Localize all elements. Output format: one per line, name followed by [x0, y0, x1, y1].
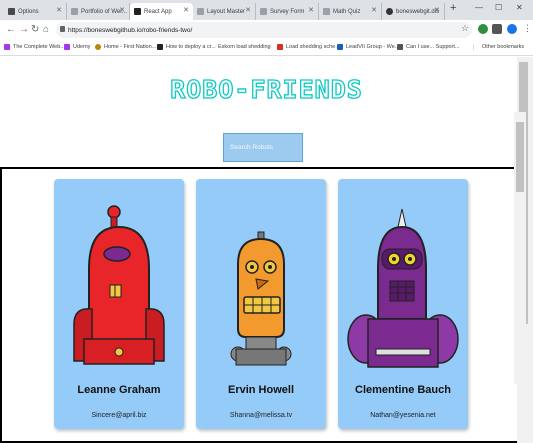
lock-icon: [60, 26, 65, 32]
bookmark-item[interactable]: Home - First Nation...: [95, 44, 156, 50]
tab-favicon-icon: [134, 8, 141, 15]
bookmark-item[interactable]: The Complete Web...: [4, 44, 65, 50]
bookmark-favicon-icon: [4, 44, 10, 50]
other-bookmarks-folder[interactable]: Other bookmarks: [473, 44, 524, 50]
page-title: ROBO-FRIENDS: [170, 74, 363, 104]
browser-tab[interactable]: Math Quiz ✕: [319, 3, 382, 20]
bookmark-item[interactable]: Can I use... Support...: [397, 44, 460, 50]
bookmark-label: The Complete Web...: [13, 44, 65, 50]
browser-tab[interactable]: boneswebgit.dis ✕: [382, 3, 445, 20]
robot-card[interactable]: Leanne Graham Sincere@april.biz: [54, 179, 184, 429]
browser-tab[interactable]: Options ✕: [4, 3, 67, 20]
bookmarks-bar: The Complete Web... Udemy Home - First N…: [0, 41, 533, 56]
tab-favicon-icon: [323, 8, 330, 15]
robot-card[interactable]: Clementine Bauch Nathan@yesenia.net: [338, 179, 468, 429]
robot-name: Leanne Graham: [77, 384, 161, 396]
bookmark-label: How to deploy a cr...: [166, 44, 216, 50]
bookmark-item[interactable]: Eskom load shedding: [218, 44, 271, 50]
tab-favicon-icon: [8, 8, 15, 15]
robot-list-scroll[interactable]: Leanne Graham Sincere@april.biz Ervin Ho…: [0, 167, 528, 443]
new-tab-button[interactable]: +: [450, 2, 456, 14]
extension-icon[interactable]: [492, 24, 502, 34]
close-tab-icon[interactable]: ✕: [434, 6, 440, 14]
tab-favicon-icon: [260, 8, 267, 15]
tab-label: Math Quiz: [333, 8, 361, 15]
bookmark-label: LeadVII Group - We...: [346, 44, 400, 50]
close-window-icon[interactable]: ✕: [516, 3, 523, 12]
github-icon: [386, 8, 393, 15]
bookmark-star-icon[interactable]: ☆: [461, 23, 469, 34]
bookmark-favicon-icon: [64, 44, 70, 50]
close-tab-icon[interactable]: ✕: [371, 6, 377, 14]
bookmark-favicon-icon: [397, 44, 403, 50]
robot-name: Clementine Bauch: [355, 384, 451, 396]
forward-icon[interactable]: →: [19, 24, 29, 35]
browser-tab[interactable]: Survey Form ✕: [256, 3, 319, 20]
profile-avatar[interactable]: [507, 24, 517, 34]
bookmark-label: Home - First Nation...: [104, 44, 157, 50]
browser-toolbar: ← → ↻ ⌂ https://boneswebgithub.io/robo-f…: [0, 20, 533, 41]
tab-label: Options: [18, 8, 39, 15]
tab-favicon-icon: [71, 8, 78, 15]
close-tab-icon[interactable]: ✕: [183, 6, 189, 14]
bookmark-item[interactable]: Udemy: [64, 44, 90, 50]
robot-card[interactable]: Ervin Howell Shanna@melissa.tv: [196, 179, 326, 429]
tab-favicon-icon: [197, 8, 204, 15]
bookmark-item[interactable]: LeadVII Group - We...: [337, 44, 399, 50]
menu-kebab-icon[interactable]: ⋮: [523, 23, 532, 34]
bookmark-favicon-icon: [277, 44, 283, 50]
robot-name: Ervin Howell: [227, 384, 295, 396]
tab-label: boneswebgit.dis: [396, 8, 440, 15]
browser-tab-active[interactable]: React App ✕: [130, 3, 193, 20]
bookmark-label: Eskom load shedding: [218, 44, 271, 50]
bookmark-label: Can I use... Support...: [406, 44, 460, 50]
close-tab-icon[interactable]: ✕: [245, 6, 251, 14]
robot-image: [347, 208, 459, 368]
extension-icon[interactable]: [478, 24, 488, 34]
home-icon[interactable]: ⌂: [43, 24, 49, 35]
close-tab-icon[interactable]: ✕: [56, 6, 62, 14]
bookmark-item[interactable]: Load shedding sche...: [277, 44, 340, 50]
address-bar[interactable]: https://boneswebgithub.io/robo-friends-t…: [56, 22, 472, 38]
reload-icon[interactable]: ↻: [31, 24, 39, 35]
bookmark-label: Load shedding sche...: [286, 44, 340, 50]
maximize-icon[interactable]: ☐: [495, 3, 502, 12]
back-icon[interactable]: ←: [6, 24, 16, 35]
close-tab-icon[interactable]: ✕: [119, 6, 125, 14]
tab-label: Layout Master: [207, 8, 246, 15]
robot-email: Shanna@melissa.tv: [229, 412, 293, 419]
bookmark-favicon-icon: [337, 44, 343, 50]
robot-email: Sincere@april.biz: [91, 412, 147, 419]
bookmark-item[interactable]: How to deploy a cr...: [157, 44, 216, 50]
browser-tab[interactable]: Portfolio of Wer... ✕: [67, 3, 130, 20]
browser-tab[interactable]: Layout Master ✕: [193, 3, 256, 20]
bookmark-label: Udemy: [73, 44, 91, 50]
browser-tab-bar: Options ✕ Portfolio of Wer... ✕ React Ap…: [0, 0, 533, 20]
bookmark-favicon-icon: [95, 44, 101, 50]
robot-email: Nathan@yesenia.net: [370, 412, 436, 419]
close-tab-icon[interactable]: ✕: [308, 6, 314, 14]
search-input[interactable]: [223, 133, 303, 162]
robot-image: [73, 205, 165, 365]
tab-label: Survey Form: [270, 8, 305, 15]
tab-label: React App: [144, 8, 172, 15]
bookmark-favicon-icon: [157, 44, 163, 50]
page-viewport: ROBO-FRIENDS Leanne Graham Sincere@april…: [0, 57, 533, 443]
url-text: https://boneswebgithub.io/robo-friends-t…: [68, 26, 193, 34]
robot-image: [230, 231, 292, 366]
minimize-icon[interactable]: —: [475, 3, 483, 12]
list-scrollbar-thumb[interactable]: [516, 122, 524, 192]
